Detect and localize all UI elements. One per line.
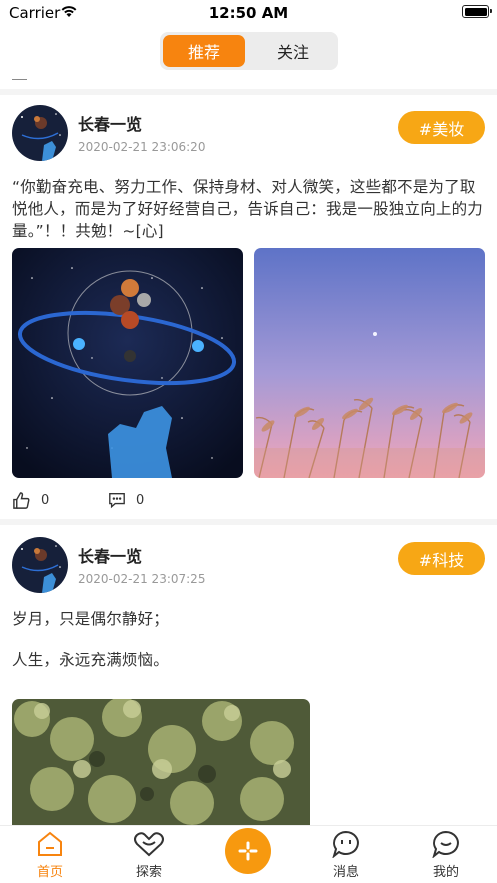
post-author[interactable]: 长春一览 — [78, 111, 142, 135]
tab-mine-label: 我的 — [432, 865, 459, 880]
tab-explore[interactable]: 探索 — [109, 830, 189, 880]
post-author[interactable]: 长春一览 — [78, 543, 142, 567]
post-timestamp: 2020-02-21 23:07:25 — [78, 572, 206, 586]
heart-icon — [134, 832, 164, 857]
post-image-space[interactable] — [12, 248, 243, 478]
publish-button[interactable] — [225, 828, 271, 874]
avatar[interactable] — [12, 105, 68, 161]
thumbs-up-icon — [13, 492, 30, 509]
location-icon — [432, 830, 459, 858]
tab-follow[interactable]: 关注 — [252, 35, 334, 67]
post-image-trees[interactable] — [12, 699, 310, 825]
feed-segmented-control: 推荐 关注 — [160, 32, 338, 70]
status-bar: Carrier 12:50 AM — [0, 0, 497, 26]
plus-icon — [238, 841, 258, 861]
post-image-reeds[interactable] — [254, 248, 485, 478]
divider-dash — [12, 79, 27, 80]
like-button[interactable]: 0 — [12, 491, 49, 510]
tab-recommend[interactable]: 推荐 — [163, 35, 245, 67]
tab-messages-label: 消息 — [332, 865, 359, 880]
post-text: “你勤奋充电、努力工作、保持身材、对人微笑，这些都不是为了取悦他人，而是为了好好… — [12, 178, 484, 240]
section-divider — [0, 89, 497, 95]
comment-button[interactable]: 0 — [108, 491, 144, 509]
avatar[interactable] — [12, 537, 68, 593]
like-count: 0 — [41, 493, 50, 508]
post-text-line: 岁月，只是偶尔静好； — [12, 610, 170, 628]
topic-tag[interactable]: #美妆 — [398, 111, 485, 144]
tab-home[interactable]: 首页 — [10, 830, 90, 880]
clock: 12:50 AM — [208, 4, 289, 22]
tab-explore-label: 探索 — [135, 865, 162, 880]
battery-icon — [462, 5, 492, 18]
topic-tag[interactable]: #科技 — [398, 542, 485, 575]
comment-icon — [109, 493, 125, 509]
tab-mine[interactable]: 我的 — [406, 830, 486, 880]
chat-icon — [332, 830, 359, 858]
post-text-line: 人生，永远充满烦恼。 — [12, 651, 170, 669]
home-icon — [38, 831, 62, 856]
tab-home-label: 首页 — [36, 865, 63, 880]
tab-messages[interactable]: 消息 — [306, 830, 386, 880]
section-divider — [0, 519, 497, 525]
post-timestamp: 2020-02-21 23:06:20 — [78, 140, 206, 154]
comment-count: 0 — [136, 492, 145, 508]
